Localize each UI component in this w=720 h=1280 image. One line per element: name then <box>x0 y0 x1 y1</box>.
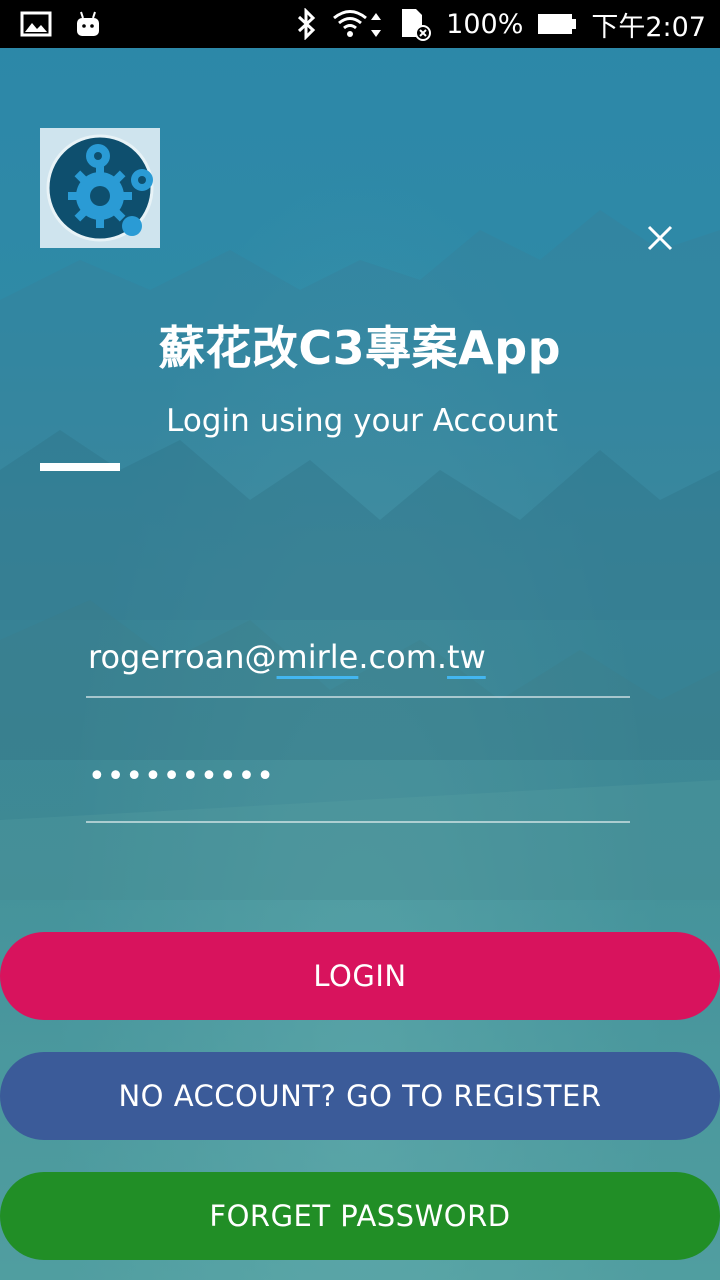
email-value: rogerroan@mirle.com.tw <box>88 638 486 676</box>
bluetooth-icon <box>296 8 318 40</box>
password-field[interactable]: •••••••••• <box>86 757 630 823</box>
image-icon <box>20 11 52 37</box>
clock: 下午2:07 <box>591 11 706 43</box>
email-field[interactable]: rogerroan@mirle.com.tw <box>86 632 630 698</box>
android-icon <box>74 10 102 38</box>
register-button[interactable]: NO ACCOUNT? GO TO REGISTER <box>0 1052 720 1140</box>
forget-password-button[interactable]: FORGET PASSWORD <box>0 1172 720 1260</box>
app-title: 蘇花改C3專案App <box>158 321 562 375</box>
battery-percent: 100% <box>446 8 524 40</box>
close-button[interactable] <box>640 218 680 258</box>
title-divider <box>40 463 120 471</box>
gears-icon <box>46 134 154 242</box>
login-button[interactable]: LOGIN <box>0 932 720 1020</box>
password-value: •••••••••• <box>88 759 275 794</box>
close-icon <box>647 225 673 251</box>
sd-card-icon <box>398 7 432 41</box>
app-logo <box>40 128 160 248</box>
login-subtitle: Login using your Account <box>166 403 558 439</box>
status-bar: 100% 下午2:07 <box>0 0 720 48</box>
wifi-icon <box>332 9 384 39</box>
battery-icon <box>537 12 577 36</box>
